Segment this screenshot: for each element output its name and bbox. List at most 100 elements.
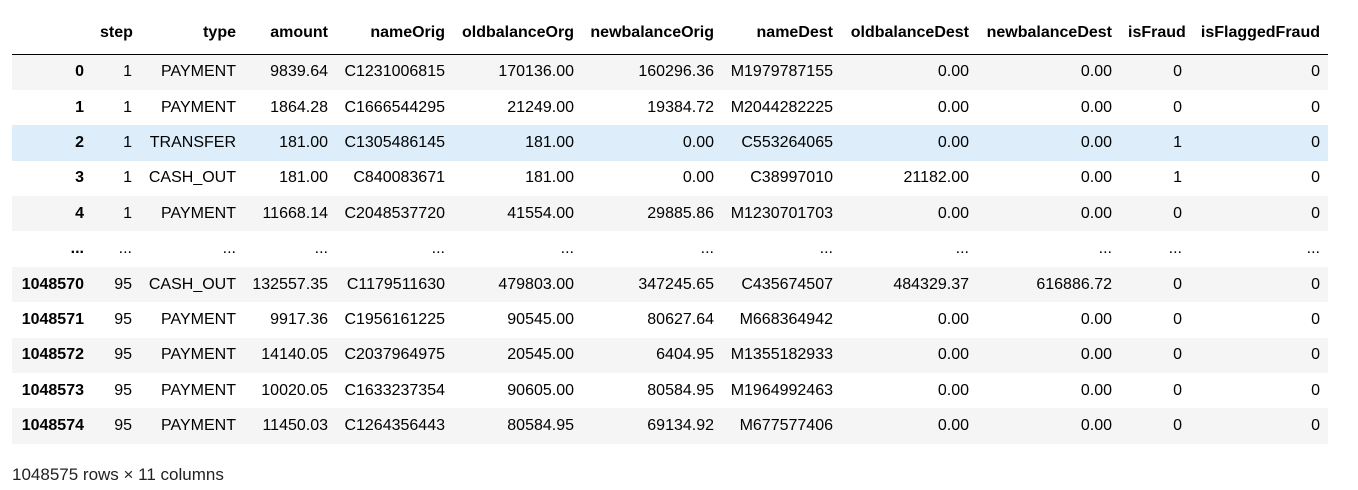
row-index: 1 <box>75 98 84 116</box>
cell-newbalancedest: 0.00 <box>1080 98 1112 116</box>
table-row: 1048570 95 CASH_OUT 132557.35 C1179511630 479… <box>12 266 1328 303</box>
table-row: 4 1 PAYMENT 11668.14 C2048537720 41554.00 2988… <box>12 196 1328 232</box>
cell-isflaggedfraud: 0 <box>1311 204 1320 222</box>
dataframe-shape-summary: 1048575 rows × 11 columns <box>12 465 224 484</box>
cell-type: PAYMENT <box>161 98 236 116</box>
cell-oldbalancedest: 0.00 <box>937 133 969 151</box>
table-row: 1048573 95 PAYMENT 10020.05 C1633237354 90605… <box>12 373 1328 409</box>
cell-nameorig: C2037964975 <box>344 346 445 364</box>
cell-oldbalancedest: 0.00 <box>937 346 969 364</box>
table-header: step type amount nameOrig oldbalanceOrg newba… <box>12 18 1328 55</box>
cell-newbalanceorig: 0.00 <box>682 169 714 187</box>
cell-nameorig: C840083671 <box>353 169 445 187</box>
row-index: 1048570 <box>21 275 84 293</box>
table-row: 3 1 CASH_OUT 181.00 C840083671 181.00 0.00 C389… <box>12 160 1328 197</box>
column-header-newbalanceorig: newbalanceOrig <box>582 18 722 55</box>
cell-newbalancedest: 0.00 <box>1080 169 1112 187</box>
column-header-amount: amount <box>244 18 336 55</box>
row-index: 1048573 <box>21 381 84 399</box>
cell-nameorig: C1231006815 <box>344 63 445 81</box>
cell-namedest: M1355182933 <box>730 346 833 364</box>
header-row: step type amount nameOrig oldbalanceOrg newba… <box>12 18 1328 55</box>
table-row: 0 1 PAYMENT 9839.64 C1231006815 170136.00 1602… <box>12 54 1328 90</box>
cell-amount: 132557.35 <box>252 275 328 293</box>
cell-oldbalancedest: 21182.00 <box>903 169 969 187</box>
cell-newbalanceorig: ... <box>700 240 714 258</box>
cell-type: PAYMENT <box>161 310 236 328</box>
cell-newbalancedest: 0.00 <box>1080 417 1112 435</box>
cell-isflaggedfraud: 0 <box>1311 417 1320 435</box>
cell-newbalancedest: 616886.72 <box>1036 275 1112 293</box>
column-header-step: step <box>92 18 140 55</box>
cell-amount: 181.00 <box>279 133 328 151</box>
column-header-oldbalanceorg: oldbalanceOrg <box>453 18 582 55</box>
cell-newbalancedest: 0.00 <box>1080 381 1112 399</box>
column-header-nameorig: nameOrig <box>336 18 453 55</box>
cell-type: PAYMENT <box>161 63 236 81</box>
cell-oldbalancedest: ... <box>955 240 969 258</box>
cell-isflaggedfraud: 0 <box>1311 275 1320 293</box>
cell-namedest: M677577406 <box>739 417 833 435</box>
column-header-isfraud: isFraud <box>1120 18 1190 55</box>
row-index: ... <box>70 240 84 258</box>
cell-nameorig: C1179511630 <box>346 275 445 293</box>
cell-oldbalanceorg: ... <box>560 240 574 258</box>
dataframe-table: step type amount nameOrig oldbalanceOrg newba… <box>12 18 1328 444</box>
cell-isfraud: 0 <box>1173 346 1182 364</box>
cell-step: ... <box>118 240 132 258</box>
cell-namedest: M1964992463 <box>730 381 833 399</box>
cell-type: PAYMENT <box>161 381 236 399</box>
cell-nameorig: ... <box>431 240 445 258</box>
cell-oldbalanceorg: 20545.00 <box>507 346 574 364</box>
cell-newbalanceorig: 29885.86 <box>647 204 714 222</box>
cell-oldbalanceorg: 90545.00 <box>507 310 574 328</box>
cell-namedest: C38997010 <box>750 169 833 187</box>
cell-isfraud: 1 <box>1173 133 1182 151</box>
cell-type: CASH_OUT <box>148 169 236 187</box>
cell-step: 1 <box>123 204 132 222</box>
column-header-namedest: nameDest <box>722 18 841 55</box>
cell-amount: 181.00 <box>279 169 328 187</box>
cell-newbalanceorig: 6404.95 <box>656 346 714 364</box>
cell-amount: 9839.64 <box>270 63 328 81</box>
table-row: 1048574 95 PAYMENT 11450.03 C1264356443 80584… <box>12 408 1328 444</box>
cell-oldbalanceorg: 90605.00 <box>507 381 574 399</box>
cell-isflaggedfraud: ... <box>1306 240 1320 258</box>
table-row: 2 1 TRANSFER 181.00 C1305486145 181.00 0.00 C55… <box>12 125 1328 161</box>
cell-isfraud: 0 <box>1173 310 1182 328</box>
cell-oldbalanceorg: 170136.00 <box>498 63 574 81</box>
row-index: 0 <box>75 63 84 81</box>
cell-newbalancedest: 0.00 <box>1080 63 1112 81</box>
cell-amount: 14140.05 <box>261 346 328 364</box>
row-index: 4 <box>75 204 84 222</box>
cell-oldbalanceorg: 21249.00 <box>507 98 574 116</box>
cell-oldbalancedest: 0.00 <box>937 417 969 435</box>
row-index: 2 <box>75 133 84 151</box>
cell-oldbalancedest: 484329.37 <box>893 275 969 293</box>
column-header-type: type <box>140 18 244 55</box>
cell-isfraud: 0 <box>1173 204 1182 222</box>
cell-oldbalancedest: 0.00 <box>937 98 969 116</box>
cell-isflaggedfraud: 0 <box>1311 310 1320 328</box>
cell-newbalanceorig: 69134.92 <box>647 417 714 435</box>
cell-isfraud: 0 <box>1173 381 1182 399</box>
cell-amount: 10020.05 <box>261 381 328 399</box>
cell-nameorig: C1666544295 <box>344 98 445 116</box>
cell-type: CASH_OUT <box>148 275 236 293</box>
column-header-newbalancedest: newbalanceDest <box>977 18 1120 55</box>
cell-oldbalanceorg: 479803.00 <box>498 275 574 293</box>
cell-oldbalancedest: 0.00 <box>937 204 969 222</box>
cell-isflaggedfraud: 0 <box>1311 63 1320 81</box>
cell-nameorig: C2048537720 <box>344 204 445 222</box>
row-index: 1048571 <box>21 310 84 328</box>
cell-isflaggedfraud: 0 <box>1311 346 1320 364</box>
cell-namedest: M1230701703 <box>730 204 833 222</box>
cell-newbalanceorig: 80627.64 <box>647 310 714 328</box>
ellipsis-row: .................................... <box>12 231 1328 267</box>
column-header-oldbalancedest: oldbalanceDest <box>841 18 977 55</box>
cell-oldbalancedest: 0.00 <box>937 381 969 399</box>
table-row: 1048572 95 PAYMENT 14140.05 C2037964975 20545… <box>12 337 1328 374</box>
cell-step: 95 <box>114 346 132 364</box>
cell-type: ... <box>222 240 236 258</box>
cell-nameorig: C1633237354 <box>344 381 445 399</box>
